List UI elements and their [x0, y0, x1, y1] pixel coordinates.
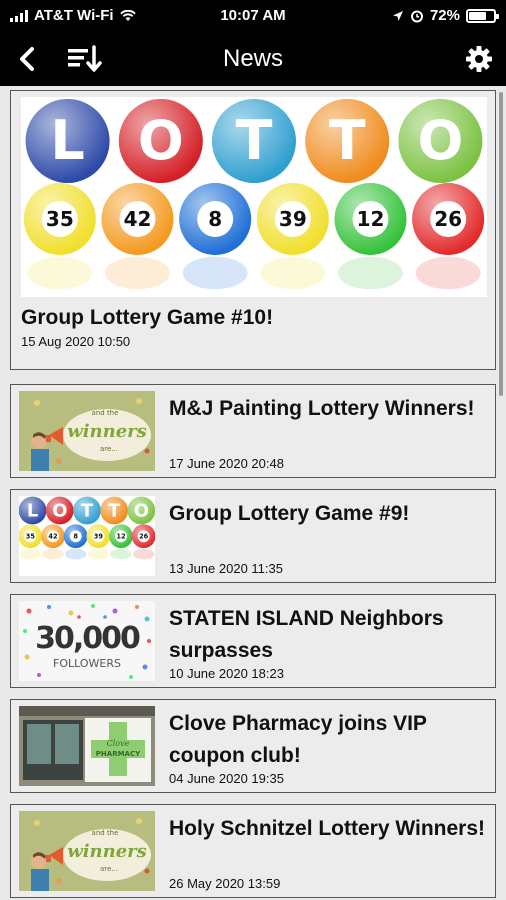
settings-button[interactable]: [462, 42, 496, 76]
winners-thumbnail: and the winners are...: [19, 391, 155, 471]
lottery-ball: 12: [109, 524, 133, 560]
ball-number: 39: [279, 207, 307, 231]
ball-number: 12: [357, 207, 385, 231]
lotto-letter: L: [27, 500, 38, 521]
news-title: Group Lottery Game #9!: [169, 502, 410, 525]
lotto-letter: T: [329, 109, 366, 172]
lottery-ball: 26: [412, 183, 485, 290]
lotto-letter-ball: L: [25, 99, 110, 183]
news-title: M&J Painting Lottery Winners!: [169, 397, 475, 420]
news-card[interactable]: and the winners are... M&J Painting Lott…: [10, 384, 496, 478]
lotto-letter: T: [108, 500, 121, 521]
lotto-letter-ball: O: [118, 99, 203, 183]
lottery-ball: 35: [19, 524, 43, 560]
lotto-banner-svg: LOTTO 35 42 8 39 12 26: [23, 99, 485, 290]
lotto-letter: O: [417, 109, 463, 172]
followers-thumbnail: 30,000 FOLLOWERS: [19, 601, 155, 681]
svg-text:are...: are...: [100, 445, 118, 453]
ball-number: 8: [73, 533, 78, 541]
ball-number: 12: [116, 533, 126, 541]
news-card[interactable]: and the winners are... Holy Schnitzel Lo…: [10, 804, 496, 898]
lotto-letter: O: [138, 109, 184, 172]
svg-text:Clove: Clove: [107, 739, 130, 748]
ball-number: 26: [139, 533, 149, 541]
status-bar: AT&T Wi-Fi 10:07 AM 72%: [0, 0, 506, 32]
scrollbar[interactable]: [499, 92, 503, 396]
svg-text:PHARMACY: PHARMACY: [96, 750, 141, 758]
lotto-letter-ball: L: [19, 496, 47, 525]
news-title: Holy Schnitzel Lottery Winners!: [169, 817, 486, 840]
lotto-letter: O: [52, 500, 67, 521]
lotto-letter: T: [81, 500, 94, 521]
pharmacy-thumbnail: Clove PHARMACY: [19, 706, 155, 786]
news-date: 10 June 2020 18:23: [169, 666, 284, 681]
lotto-letter: T: [236, 109, 273, 172]
ball-number: 39: [94, 533, 104, 541]
ball-number: 35: [46, 207, 74, 231]
featured-title: Group Lottery Game #10!: [21, 306, 274, 329]
news-date: 04 June 2020 19:35: [169, 771, 284, 786]
svg-text:and the: and the: [92, 409, 119, 417]
news-date: 13 June 2020 11:35: [169, 561, 283, 576]
lotto-letter-ball: T: [212, 99, 296, 183]
featured-date: 15 Aug 2020 10:50: [21, 334, 131, 349]
ball-number: 26: [434, 207, 462, 231]
battery-percent: 72%: [429, 7, 460, 24]
svg-text:winners: winners: [67, 841, 147, 862]
battery-fill: [469, 11, 487, 20]
news-card[interactable]: 30,000 FOLLOWERS STATEN ISLAND Neighbors…: [10, 594, 496, 688]
lotto-letter-ball: T: [73, 496, 101, 525]
lotto-letter-ball: O: [398, 99, 483, 183]
lottery-ball: 8: [63, 524, 88, 560]
lottery-ball: 8: [179, 183, 252, 290]
gear-icon: [466, 46, 492, 72]
lotto-letter: L: [50, 109, 84, 172]
nav-bar: News: [0, 32, 506, 86]
news-date: 17 June 2020 20:48: [169, 456, 284, 471]
featured-news-card[interactable]: LOTTO 35 42 8 39 12 26 Group Lottery Game #10…: [10, 90, 496, 370]
lottery-ball: 39: [86, 524, 111, 560]
news-title: STATEN ISLAND Neighbors surpasses: [169, 607, 444, 662]
lottery-ball: 12: [334, 183, 407, 290]
lottery-ball: 26: [131, 524, 155, 560]
svg-text:30,000: 30,000: [35, 621, 140, 656]
battery-icon: [466, 8, 499, 23]
lotto-letter-ball: T: [305, 99, 390, 183]
svg-text:are...: are...: [100, 865, 118, 873]
status-right: 72%: [392, 7, 499, 24]
news-title: Clove Pharmacy joins VIP coupon club!: [169, 712, 427, 767]
svg-text:winners: winners: [67, 421, 147, 442]
ball-number: 8: [208, 207, 222, 231]
lotto-letter-ball: O: [127, 496, 155, 525]
lotto-banner-image: LOTTO 35 42 8 39 12 26: [21, 97, 487, 297]
ball-number: 42: [124, 207, 152, 231]
news-date: 26 May 2020 13:59: [169, 876, 281, 891]
news-card[interactable]: Clove PHARMACY Clove Pharmacy joins VIP …: [10, 699, 496, 793]
lottery-ball: 35: [23, 183, 96, 290]
lotto-letter: O: [134, 500, 149, 521]
lottery-ball: 42: [41, 524, 65, 560]
svg-text:FOLLOWERS: FOLLOWERS: [53, 657, 121, 670]
alarm-icon: [410, 10, 423, 22]
lotto-thumbnail: LOTTO 35 42 8 39 12 26: [19, 496, 155, 576]
lottery-ball: 39: [256, 183, 329, 290]
lotto-letter-ball: O: [45, 496, 74, 525]
page-title: News: [222, 45, 283, 72]
svg-text:and the: and the: [92, 829, 119, 837]
lotto-letter-ball: T: [100, 496, 129, 525]
winners-thumbnail: and the winners are...: [19, 811, 155, 891]
ball-number: 42: [48, 533, 58, 541]
ball-number: 35: [26, 533, 36, 541]
location-arrow-icon: [392, 10, 403, 21]
lottery-ball: 42: [101, 183, 174, 290]
news-card[interactable]: LOTTO 35 42 8 39 12 26 Group Lottery Game #9!…: [10, 489, 496, 583]
